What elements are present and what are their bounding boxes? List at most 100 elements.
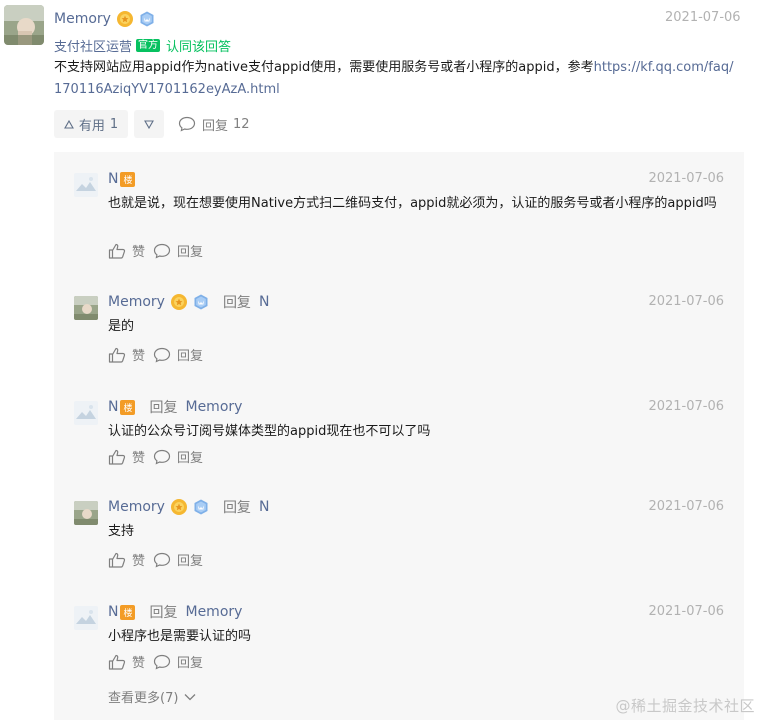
author-row: Memory [54, 8, 155, 30]
author-role: 支付社区运营 [54, 40, 133, 55]
reply-header: N 楼 [108, 169, 136, 189]
like-button[interactable]: 赞 [108, 241, 145, 260]
like-label: 赞 [132, 349, 146, 364]
reply-actions: 赞 回复 [108, 345, 211, 364]
reply-item: N 楼 2021-07-06 也就是说，现在想要使用Native方式扫二维码支付… [74, 169, 724, 269]
reply-button[interactable]: 回复 [153, 550, 203, 569]
comment-bubble-icon [153, 552, 171, 568]
like-button[interactable]: 赞 [108, 447, 145, 466]
reply-content: 认证的公众号订阅号媒体类型的appid现在也不可以了吗 [108, 424, 431, 439]
upvote-label: 有用 [78, 118, 105, 134]
avatar[interactable] [74, 173, 98, 197]
like-label: 赞 [132, 656, 146, 671]
upvote-count: 1 [109, 116, 119, 132]
reply-item: N 楼 回复 Memory 2021-07-06 认证的公众号订阅号媒体类型的a… [74, 397, 724, 477]
thumbs-up-icon [108, 552, 126, 568]
reply-target[interactable]: Memory [185, 399, 242, 415]
reply-author[interactable]: N [108, 171, 118, 187]
avatar[interactable] [74, 296, 98, 320]
reply-toggle[interactable]: 回复 12 [178, 115, 250, 134]
reply-header: N 楼 回复 Memory [108, 397, 242, 417]
reply-button[interactable]: 回复 [153, 447, 203, 466]
reply-button[interactable]: 回复 [153, 345, 203, 364]
watermark: @稀土掘金技术社区 [615, 697, 755, 715]
official-badge: 官方 [136, 39, 161, 52]
reply-label: 回复 [177, 554, 204, 569]
reply-header: Memory 回复 N [108, 292, 269, 312]
see-more-label: 查看更多(7) [108, 691, 179, 706]
gold-medal-icon [116, 11, 133, 27]
reply-author[interactable]: N [108, 399, 118, 415]
answer-text: 不支持网站应用appid作为native支付appid使用，需要使用服务号或者小… [54, 60, 594, 75]
thumbs-up-icon [108, 449, 126, 465]
reply-actions: 赞 回复 [108, 550, 211, 569]
reply-date: 2021-07-06 [648, 499, 724, 514]
triangle-up-icon [63, 119, 74, 129]
like-label: 赞 [132, 245, 146, 260]
reply-word: 回复 [149, 605, 178, 621]
reply-date: 2021-07-06 [648, 171, 724, 186]
reply-author[interactable]: Memory [108, 499, 165, 515]
replies-panel: N 楼 2021-07-06 也就是说，现在想要使用Native方式扫二维码支付… [54, 152, 744, 720]
reply-date: 2021-07-06 [648, 399, 724, 414]
comment-bubble-icon [178, 116, 196, 132]
comment-bubble-icon [153, 347, 171, 363]
like-button[interactable]: 赞 [108, 345, 145, 364]
reply-author[interactable]: N [108, 604, 118, 620]
reply-actions: 赞 回复 [108, 447, 211, 466]
upvote-button[interactable]: 有用 1 [54, 110, 128, 138]
reply-item: Memory 回复 N 2021-07-06 是的 赞 回复 [74, 292, 724, 372]
author-avatar[interactable] [4, 5, 44, 45]
reply-target[interactable]: N [259, 294, 269, 310]
reply-button[interactable]: 回复 [153, 652, 203, 671]
see-more-button[interactable]: 查看更多(7) [108, 687, 196, 706]
shield-badge-icon [193, 499, 209, 515]
reply-actions: 赞 回复 [108, 241, 211, 260]
author-role-row: 支付社区运营 官方 认同该回答 [54, 36, 231, 55]
comment-bubble-icon [153, 243, 171, 259]
reply-item: Memory 回复 N 2021-07-06 支持 赞 回复 [74, 497, 724, 577]
reply-word: 回复 [222, 500, 251, 516]
avatar[interactable] [74, 501, 98, 525]
gold-medal-icon [170, 499, 187, 515]
thumbs-up-icon [108, 347, 126, 363]
like-label: 赞 [132, 451, 146, 466]
reply-label: 回复 [177, 451, 204, 466]
reply-target[interactable]: Memory [185, 604, 242, 620]
avatar[interactable] [74, 401, 98, 425]
answer-date: 2021-07-06 [665, 10, 741, 25]
reply-content: 支持 [108, 524, 135, 539]
thumbs-up-icon [108, 654, 126, 670]
like-button[interactable]: 赞 [108, 652, 145, 671]
approve-answer-label: 认同该回答 [166, 40, 232, 55]
answer-content: 不支持网站应用appid作为native支付appid使用，需要使用服务号或者小… [54, 57, 738, 101]
shield-badge-icon [139, 11, 155, 27]
reply-item: N 楼 回复 Memory 2021-07-06 小程序也是需要认证的吗 赞 回… [74, 602, 724, 682]
avatar-photo [4, 5, 44, 45]
reply-count-number: 12 [233, 116, 250, 132]
reply-target[interactable]: N [259, 499, 269, 515]
author-name[interactable]: Memory [54, 11, 111, 27]
downvote-button[interactable] [134, 110, 164, 138]
floor-badge: 楼 [120, 399, 136, 415]
reply-word: 回复 [149, 400, 178, 416]
reply-actions: 赞 回复 [108, 652, 211, 671]
reply-author[interactable]: Memory [108, 294, 165, 310]
like-button[interactable]: 赞 [108, 550, 145, 569]
chevron-down-icon [184, 693, 196, 700]
floor-badge: 楼 [120, 604, 136, 620]
reply-label: 回复 [202, 118, 229, 134]
reply-button[interactable]: 回复 [153, 241, 203, 260]
reply-date: 2021-07-06 [648, 604, 724, 619]
shield-badge-icon [193, 294, 209, 310]
comment-bubble-icon [153, 654, 171, 670]
comment-bubble-icon [153, 449, 171, 465]
reply-content: 小程序也是需要认证的吗 [108, 629, 252, 644]
reply-header: Memory 回复 N [108, 497, 269, 517]
thumbs-up-icon [108, 243, 126, 259]
gold-medal-icon [170, 294, 187, 310]
reply-label: 回复 [177, 349, 204, 364]
floor-badge: 楼 [120, 171, 136, 187]
avatar[interactable] [74, 606, 98, 630]
reply-content: 也就是说，现在想要使用Native方式扫二维码支付，appid就必须为，认证的服… [108, 196, 717, 211]
